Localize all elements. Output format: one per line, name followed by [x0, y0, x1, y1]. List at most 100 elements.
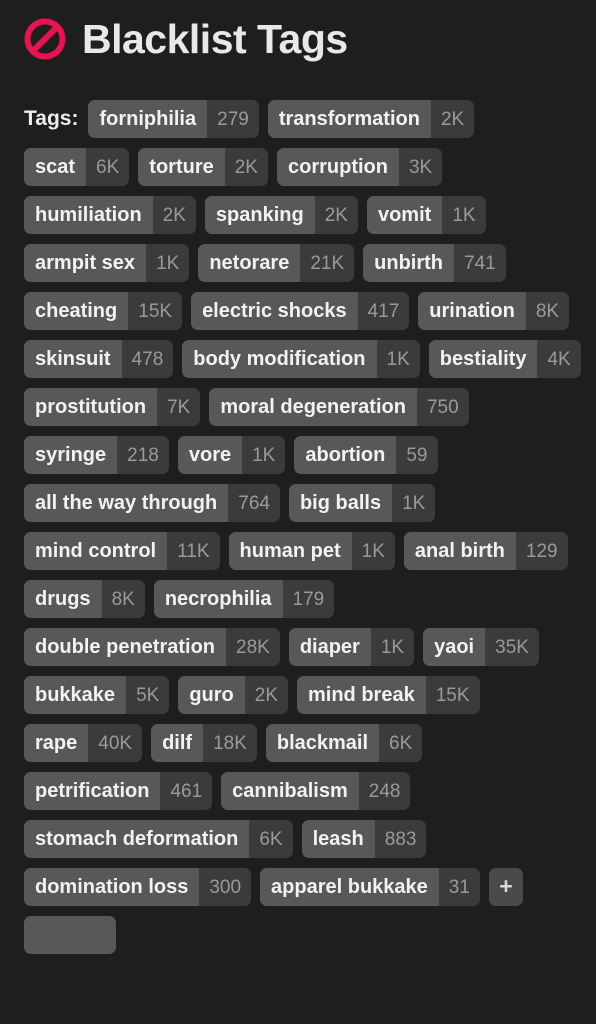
- tag-pill[interactable]: torture 2K: [138, 148, 268, 186]
- tag-pill[interactable]: petrification 461: [24, 772, 213, 810]
- tag-pill[interactable]: electric shocks 417: [191, 292, 410, 330]
- tag-pill-label: leash: [301, 820, 375, 858]
- tag-pill-count: 1K: [146, 244, 190, 282]
- tag-pill[interactable]: drugs 8K: [24, 580, 145, 618]
- tag-pill[interactable]: leash 883: [301, 820, 427, 858]
- tag-pill[interactable]: big balls 1K: [288, 484, 436, 522]
- tag-pill-count: 2K: [430, 100, 475, 138]
- tag-pill-count: 1K: [376, 340, 420, 378]
- tag-pill[interactable]: domination loss 300: [24, 868, 252, 906]
- tag-pill[interactable]: urination 8K: [418, 292, 570, 330]
- tag-pill-label: all the way through: [24, 484, 229, 522]
- tag-pill[interactable]: anal birth 129: [403, 532, 568, 570]
- tag-pill-label: humiliation: [24, 196, 153, 234]
- tag-pill-count: 2K: [152, 196, 196, 234]
- tag-pill-count: 741: [454, 244, 506, 282]
- tag-pill[interactable]: yaoi 35K: [423, 628, 539, 666]
- tag-pill[interactable]: spanking 2K: [204, 196, 358, 234]
- tag-pill[interactable]: guro 2K: [178, 676, 288, 714]
- tag-pill[interactable]: stomach deformation 6K: [24, 820, 293, 858]
- tag-pill-label: drugs: [24, 580, 102, 618]
- tag-pill-label: corruption: [276, 148, 399, 186]
- tag-pill[interactable]: mind break 15K: [297, 676, 480, 714]
- tag-pill-count: 300: [199, 868, 252, 906]
- tag-pill-label: skinsuit: [24, 340, 122, 378]
- tag-pill[interactable]: necrophilia 179: [153, 580, 335, 618]
- tag-pill[interactable]: dilf 18K: [151, 724, 257, 762]
- tag-pill[interactable]: abortion 59: [294, 436, 438, 474]
- tag-pill-count: 1K: [442, 196, 486, 234]
- tag-pill-count: 6K: [379, 724, 423, 762]
- tag-pill[interactable]: transformation 2K: [267, 100, 475, 138]
- add-tag-button[interactable]: +: [488, 868, 523, 906]
- page-header: Blacklist Tags: [0, 0, 596, 62]
- tag-pill[interactable]: blackmail 6K: [265, 724, 423, 762]
- tag-pill-count: 248: [358, 772, 411, 810]
- tag-pill-label: anal birth: [403, 532, 516, 570]
- tag-pill-count: 883: [374, 820, 427, 858]
- tag-pill[interactable]: double penetration 28K: [24, 628, 280, 666]
- tag-pill[interactable]: cannibalism 248: [221, 772, 411, 810]
- tag-pill-label: stomach deformation: [24, 820, 250, 858]
- tag-pill-count: 279: [207, 100, 259, 138]
- tag-pill[interactable]: cheating 15K: [24, 292, 183, 330]
- tag-pill[interactable]: scat 6K: [24, 148, 130, 186]
- tag-pill-label: scat: [24, 148, 87, 186]
- tag-pill-count: 15K: [425, 676, 480, 714]
- tag-pill[interactable]: mind control 11K: [24, 532, 220, 570]
- tag-pill-label: netorare: [198, 244, 301, 282]
- tag-pill[interactable]: apparel bukkake 31: [260, 868, 480, 906]
- tag-pill-count: 1K: [392, 484, 436, 522]
- clipped-tag-row: [0, 916, 596, 954]
- tag-pill[interactable]: bestiality 4K: [428, 340, 581, 378]
- tag-pill-count: 1K: [351, 532, 395, 570]
- tag-pill[interactable]: forniphilia 279: [88, 100, 259, 138]
- tag-pill-label: moral degeneration: [209, 388, 417, 426]
- tag-pill-count: 417: [357, 292, 410, 330]
- tag-pill[interactable]: humiliation 2K: [24, 196, 196, 234]
- tag-pill-label: urination: [418, 292, 526, 330]
- tag-pill-count: 478: [121, 340, 174, 378]
- tag-pill-label: bestiality: [428, 340, 538, 378]
- tag-pill[interactable]: moral degeneration 750: [209, 388, 469, 426]
- tag-pill-label: rape: [24, 724, 89, 762]
- tag-pill-count: 3K: [398, 148, 443, 186]
- tag-pill-label: apparel bukkake: [260, 868, 439, 906]
- tag-pill[interactable]: netorare 21K: [198, 244, 355, 282]
- tag-pill-count: 218: [117, 436, 169, 474]
- tag-pill-label: bukkake: [24, 676, 127, 714]
- tag-pill-count: 179: [282, 580, 335, 618]
- tag-pill-label: spanking: [204, 196, 315, 234]
- tag-pill-label: big balls: [288, 484, 393, 522]
- tag-pill[interactable]: armpit sex 1K: [24, 244, 190, 282]
- tag-pill[interactable]: skinsuit 478: [24, 340, 174, 378]
- tag-pill-count: 129: [515, 532, 568, 570]
- tag-pill[interactable]: syringe 218: [24, 436, 169, 474]
- tag-pill[interactable]: corruption 3K: [276, 148, 443, 186]
- tag-pill[interactable]: prostitution 7K: [24, 388, 201, 426]
- clipped-tag-pill[interactable]: [24, 916, 116, 954]
- tag-pill-count: 750: [416, 388, 469, 426]
- tag-pill-label: necrophilia: [153, 580, 283, 618]
- tag-pill[interactable]: bukkake 5K: [24, 676, 170, 714]
- tag-pill[interactable]: diaper 1K: [288, 628, 415, 666]
- tag-pill[interactable]: vore 1K: [177, 436, 286, 474]
- tag-pill-label: armpit sex: [24, 244, 147, 282]
- tag-pill-count: 5K: [126, 676, 170, 714]
- tag-pill-count: 6K: [86, 148, 130, 186]
- tag-pill[interactable]: human pet 1K: [228, 532, 395, 570]
- tag-pill-count: 2K: [244, 676, 288, 714]
- tag-pill-count: 28K: [226, 628, 280, 666]
- tag-pill-label: vore: [177, 436, 243, 474]
- tag-pill[interactable]: body modification 1K: [182, 340, 420, 378]
- tag-pill-count: 2K: [224, 148, 268, 186]
- tag-pill-count: 18K: [203, 724, 257, 762]
- tag-pill-label: mind control: [24, 532, 168, 570]
- tag-pill[interactable]: vomit 1K: [366, 196, 486, 234]
- tag-pill-label: dilf: [151, 724, 204, 762]
- tag-pill[interactable]: all the way through 764: [24, 484, 280, 522]
- tag-pill[interactable]: rape 40K: [24, 724, 143, 762]
- tag-pill-count: 6K: [249, 820, 293, 858]
- tag-pill[interactable]: unbirth 741: [363, 244, 506, 282]
- tag-pill-label: cheating: [24, 292, 129, 330]
